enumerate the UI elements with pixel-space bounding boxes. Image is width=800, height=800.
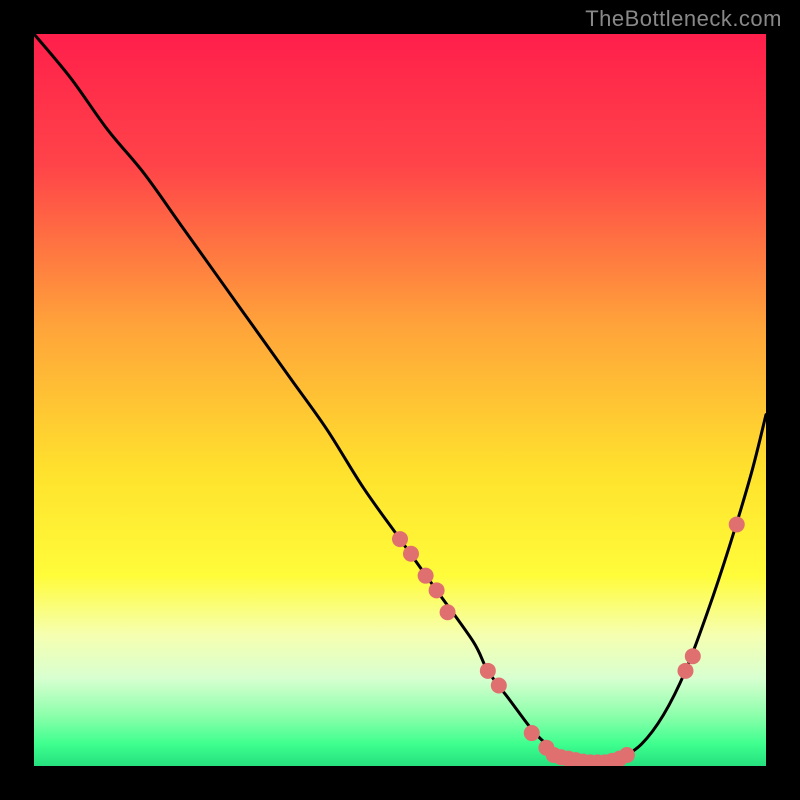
data-point xyxy=(677,663,693,679)
data-point xyxy=(392,531,408,547)
data-point xyxy=(403,546,419,562)
chart-plot-area xyxy=(34,34,766,766)
data-point xyxy=(429,582,445,598)
data-point xyxy=(685,648,701,664)
data-point xyxy=(729,516,745,532)
data-point xyxy=(418,568,434,584)
bottleneck-curve xyxy=(34,34,766,766)
data-point xyxy=(440,604,456,620)
data-point xyxy=(619,747,635,763)
data-point xyxy=(480,663,496,679)
data-point xyxy=(524,725,540,741)
data-point xyxy=(491,677,507,693)
watermark-text: TheBottleneck.com xyxy=(585,6,782,32)
